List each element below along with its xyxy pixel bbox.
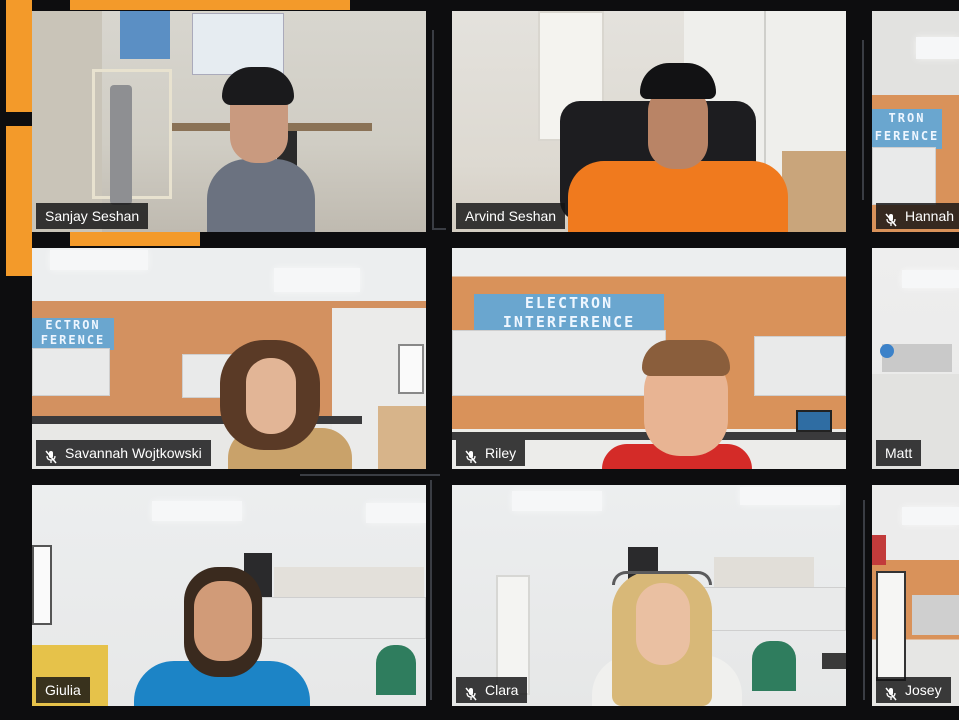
video-feed bbox=[452, 485, 846, 706]
video-tile-matt[interactable]: Matt bbox=[872, 248, 959, 469]
video-tile-arvind[interactable]: Arvind Seshan bbox=[452, 11, 846, 232]
accent-bar-left-top bbox=[6, 0, 32, 112]
participant-name-tag: Savannah Wojtkowski bbox=[36, 440, 211, 466]
video-feed bbox=[32, 485, 426, 706]
video-feed bbox=[452, 11, 846, 232]
video-feed: ELECTRON INTERFERENCE bbox=[452, 248, 846, 469]
video-tile-savannah[interactable]: ECTRON FERENCE Savannah Wojtkowski bbox=[32, 248, 426, 469]
participant-name: Giulia bbox=[45, 682, 81, 698]
accent-bar-left-mid bbox=[6, 126, 32, 276]
video-tile-giulia[interactable]: Giulia bbox=[32, 485, 426, 706]
video-feed: TRON FERENCE bbox=[872, 11, 959, 232]
participant-name-tag: Josey bbox=[876, 677, 951, 703]
participant-name-tag: Sanjay Seshan bbox=[36, 203, 149, 229]
circuit-line bbox=[852, 40, 864, 200]
participant-name-tag: Matt bbox=[876, 440, 922, 466]
video-feed bbox=[872, 248, 959, 469]
participant-name: Arvind Seshan bbox=[465, 208, 557, 224]
circuit-line bbox=[300, 474, 440, 480]
participant-name-tag: Hannah bbox=[876, 203, 959, 229]
participant-name: Josey bbox=[905, 682, 942, 698]
participant-name-tag: Giulia bbox=[36, 677, 90, 703]
video-tile-riley[interactable]: ELECTRON INTERFERENCE Riley bbox=[452, 248, 846, 469]
team-banner-partial: ECTRON FERENCE bbox=[32, 318, 114, 350]
video-tile-hannah[interactable]: TRON FERENCE Hannah bbox=[872, 11, 959, 232]
video-feed bbox=[32, 11, 426, 232]
video-feed: ECTRON FERENCE bbox=[32, 248, 426, 469]
circuit-line bbox=[430, 480, 448, 700]
participant-name: Matt bbox=[885, 445, 913, 461]
accent-bar-under-tile bbox=[70, 232, 200, 246]
circuit-line bbox=[855, 500, 865, 700]
microphone-slash-icon bbox=[885, 209, 897, 227]
meeting-stage: Sanjay Seshan Arvind Seshan TRON FERENCE bbox=[0, 0, 959, 720]
video-tile-josey[interactable]: Josey bbox=[872, 485, 959, 706]
participant-name: Savannah Wojtkowski bbox=[65, 445, 202, 461]
video-feed bbox=[872, 485, 959, 706]
participant-name: Riley bbox=[485, 445, 517, 461]
microphone-slash-icon bbox=[465, 683, 477, 701]
team-banner-partial: TRON FERENCE bbox=[872, 109, 942, 149]
participant-name-tag: Clara bbox=[456, 677, 528, 703]
circuit-line bbox=[432, 30, 446, 230]
accent-bar-top bbox=[70, 0, 350, 10]
participant-name: Hannah bbox=[905, 208, 955, 224]
participant-name-tag: Arvind Seshan bbox=[456, 203, 566, 229]
video-tile-sanjay[interactable]: Sanjay Seshan bbox=[32, 11, 426, 232]
video-tile-clara[interactable]: Clara bbox=[452, 485, 846, 706]
microphone-slash-icon bbox=[885, 683, 897, 701]
participant-name: Clara bbox=[485, 682, 519, 698]
participant-name: Sanjay Seshan bbox=[45, 208, 140, 224]
team-banner: ELECTRON INTERFERENCE bbox=[474, 294, 664, 334]
microphone-slash-icon bbox=[465, 446, 477, 464]
participant-name-tag: Riley bbox=[456, 440, 526, 466]
microphone-slash-icon bbox=[45, 446, 57, 464]
